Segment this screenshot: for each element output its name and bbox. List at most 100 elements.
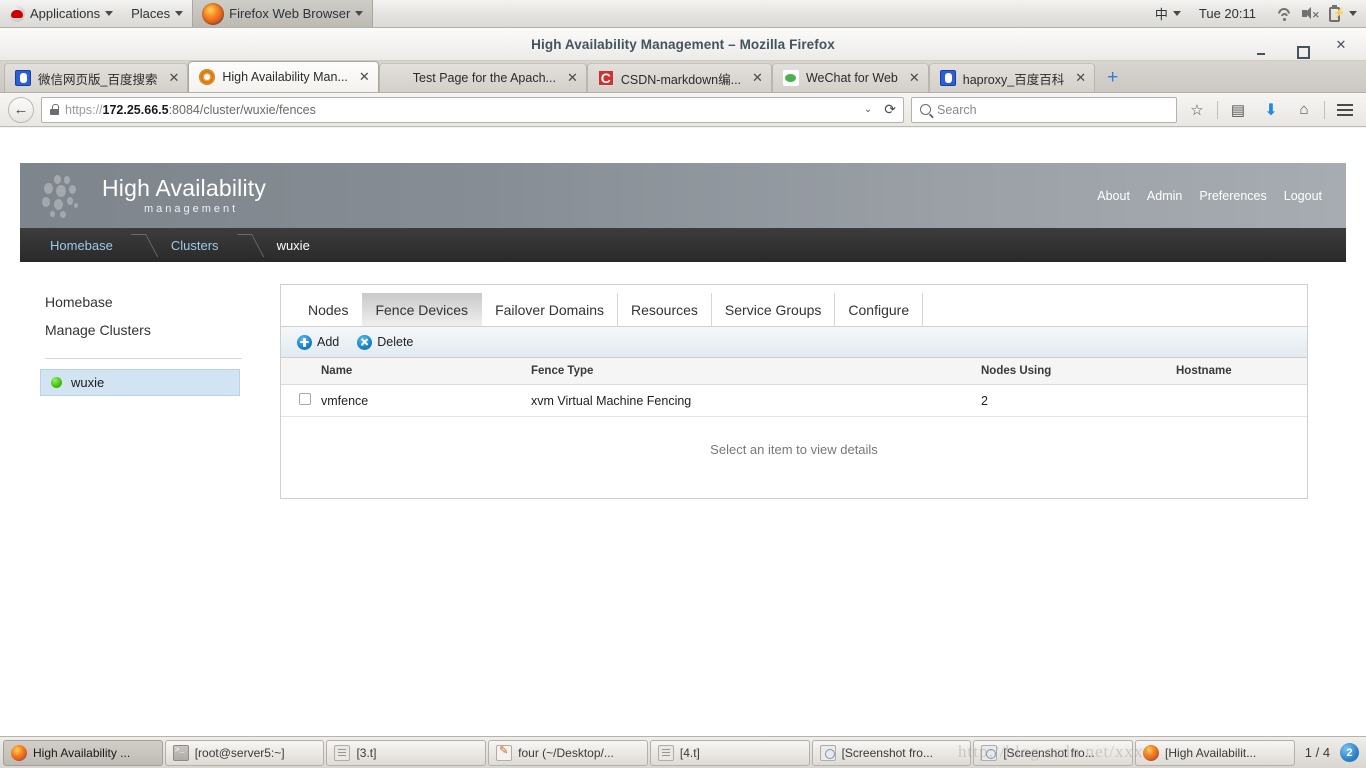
places-menu[interactable]: Places <box>122 0 192 27</box>
search-input[interactable]: Search <box>911 96 1177 123</box>
address-bar[interactable]: https://172.25.66.5:8084/cluster/wuxie/f… <box>41 96 904 123</box>
taskbar-item[interactable]: [Screenshot fro... <box>811 739 972 766</box>
close-icon[interactable]: ✕ <box>359 69 370 85</box>
new-tab-button[interactable]: + <box>1095 67 1130 92</box>
taskbar-item[interactable]: [High Availabilit... <box>1135 739 1295 766</box>
table-row[interactable]: vmfence xvm Virtual Machine Fencing 2 <box>281 384 1307 417</box>
taskbar-item-label: [3.t] <box>356 745 377 760</box>
sidebar-cluster-label: wuxie <box>71 375 105 390</box>
taskbar-item[interactable]: [3.t] <box>326 739 487 766</box>
add-button-label: Add <box>317 335 340 349</box>
app-header: High Availability management About Admin… <box>20 163 1346 228</box>
reload-icon[interactable]: ⟳ <box>881 101 899 118</box>
volume-muted-icon[interactable]: ✕ <box>1299 5 1320 23</box>
active-application-menu[interactable]: Firefox Web Browser <box>192 0 374 27</box>
tab-configure[interactable]: Configure <box>835 293 924 326</box>
app-brand: High Availability management <box>20 173 266 219</box>
column-hostname: Hostname <box>1176 358 1307 385</box>
add-button[interactable]: Add <box>297 334 340 350</box>
row-checkbox-cell[interactable] <box>281 384 321 417</box>
bookmark-star-icon[interactable]: ☆ <box>1184 97 1210 123</box>
detail-placeholder: Select an item to view details <box>281 417 1307 482</box>
chevron-down-icon[interactable] <box>1349 11 1357 16</box>
browser-tab[interactable]: Test Page for the Apach... ✕ <box>378 63 587 92</box>
breadcrumb-separator-icon <box>131 228 149 262</box>
browser-tab[interactable]: WeChat for Web ✕ <box>771 63 929 92</box>
workspace-badge[interactable]: 2 <box>1340 743 1360 762</box>
header-link-admin[interactable]: Admin <box>1147 189 1182 203</box>
tab-nodes[interactable]: Nodes <box>295 293 362 326</box>
delete-button-label: Delete <box>377 335 414 349</box>
sidebar-divider <box>45 358 242 359</box>
active-application-label: Firefox Web Browser <box>229 6 351 21</box>
app-subtitle: management <box>144 202 239 215</box>
taskbar-item[interactable]: four (~/Desktop/... <box>488 739 648 766</box>
browser-tab[interactable]: 微信网页版_百度搜索 ✕ <box>4 63 189 92</box>
workspace-counter: 1 / 4 <box>1304 745 1331 760</box>
menu-hamburger-icon[interactable] <box>1332 97 1358 123</box>
column-fence-type: Fence Type <box>531 358 981 385</box>
breadcrumb-item-current: wuxie <box>276 237 310 253</box>
sidebar-item-homebase[interactable]: Homebase <box>20 288 260 316</box>
taskbar-item[interactable]: [Screenshot fro... <box>973 739 1134 766</box>
close-circle-icon <box>357 334 373 350</box>
firefox-icon <box>11 744 27 761</box>
breadcrumb-item-clusters[interactable]: Clusters <box>149 228 237 262</box>
close-icon[interactable]: ✕ <box>752 70 763 86</box>
column-select <box>281 358 321 385</box>
close-icon[interactable]: ✕ <box>168 70 179 86</box>
chevron-down-icon <box>355 11 364 16</box>
header-link-logout[interactable]: Logout <box>1284 189 1322 203</box>
close-icon[interactable]: ✕ <box>567 70 578 86</box>
app-header-links: About Admin Preferences Logout <box>1097 189 1346 203</box>
content-toolbar: Add Delete <box>281 327 1307 358</box>
applications-menu-label: Applications <box>30 6 101 21</box>
window-controls: ✕ <box>1254 28 1358 61</box>
system-tray[interactable]: ✕ ⚡ <box>1265 0 1366 27</box>
input-method-label: 中 <box>1154 7 1168 22</box>
lock-icon <box>50 104 59 115</box>
browser-tab-label: High Availability Man... <box>222 70 348 84</box>
header-link-preferences[interactable]: Preferences <box>1199 189 1266 203</box>
taskbar-item[interactable]: [root@server5:~] <box>164 739 325 766</box>
chevron-down-icon[interactable]: ⌄ <box>861 104 875 115</box>
tab-failover-domains[interactable]: Failover Domains <box>482 293 618 326</box>
browser-tab-active[interactable]: High Availability Man... ✕ <box>188 61 379 92</box>
wifi-icon[interactable] <box>1274 5 1294 23</box>
sidebar-item-cluster-wuxie[interactable]: wuxie <box>40 369 240 396</box>
table-header-row: Name Fence Type Nodes Using Hostname <box>281 358 1307 385</box>
applications-menu[interactable]: Applications <box>0 0 122 27</box>
tab-service-groups[interactable]: Service Groups <box>712 293 836 326</box>
close-icon[interactable]: ✕ <box>909 70 920 86</box>
column-name: Name <box>321 358 531 385</box>
battery-icon[interactable]: ⚡ <box>1324 4 1345 23</box>
address-bar-text: https://172.25.66.5:8084/cluster/wuxie/f… <box>65 103 855 117</box>
back-button[interactable]: ← <box>8 96 34 123</box>
sidebar-item-manage-clusters[interactable]: Manage Clusters <box>20 316 260 344</box>
browser-tabstrip: 微信网页版_百度搜索 ✕ High Availability Man... ✕ … <box>0 61 1366 93</box>
redhat-icon <box>9 5 25 22</box>
input-method-indicator[interactable]: 中 <box>1146 0 1190 27</box>
fence-devices-table: Name Fence Type Nodes Using Hostname vmf… <box>281 358 1307 417</box>
row-checkbox[interactable] <box>299 393 311 405</box>
close-icon[interactable]: ✕ <box>1075 70 1086 86</box>
browser-navigation-bar: ← https://172.25.66.5:8084/cluster/wuxie… <box>0 93 1366 127</box>
browser-tab-label: Test Page for the Apach... <box>412 71 556 85</box>
taskbar-item[interactable]: High Availability ... <box>3 739 163 766</box>
taskbar-item[interactable]: [4.t] <box>649 739 810 766</box>
header-link-about[interactable]: About <box>1097 189 1130 203</box>
home-icon[interactable]: ⌂ <box>1291 97 1317 123</box>
url-scheme: https:// <box>65 102 103 117</box>
browser-tab[interactable]: CSDN-markdown编... ✕ <box>586 63 772 92</box>
delete-button[interactable]: Delete <box>357 334 414 350</box>
tab-resources[interactable]: Resources <box>618 293 712 326</box>
browser-tab-label: haproxy_百度百科 <box>962 72 1065 87</box>
downloads-icon[interactable]: ⬇ <box>1258 97 1284 123</box>
clock[interactable]: Tue 20:11 <box>1190 0 1265 27</box>
cell-nodes-using: 2 <box>981 384 1176 417</box>
tab-fence-devices[interactable]: Fence Devices <box>362 293 483 326</box>
close-button[interactable]: ✕ <box>1334 37 1348 53</box>
browser-tab[interactable]: haproxy_百度百科 ✕ <box>928 63 1096 92</box>
breadcrumb-item-homebase[interactable]: Homebase <box>20 228 131 262</box>
library-icon[interactable]: ▤ <box>1225 97 1251 123</box>
